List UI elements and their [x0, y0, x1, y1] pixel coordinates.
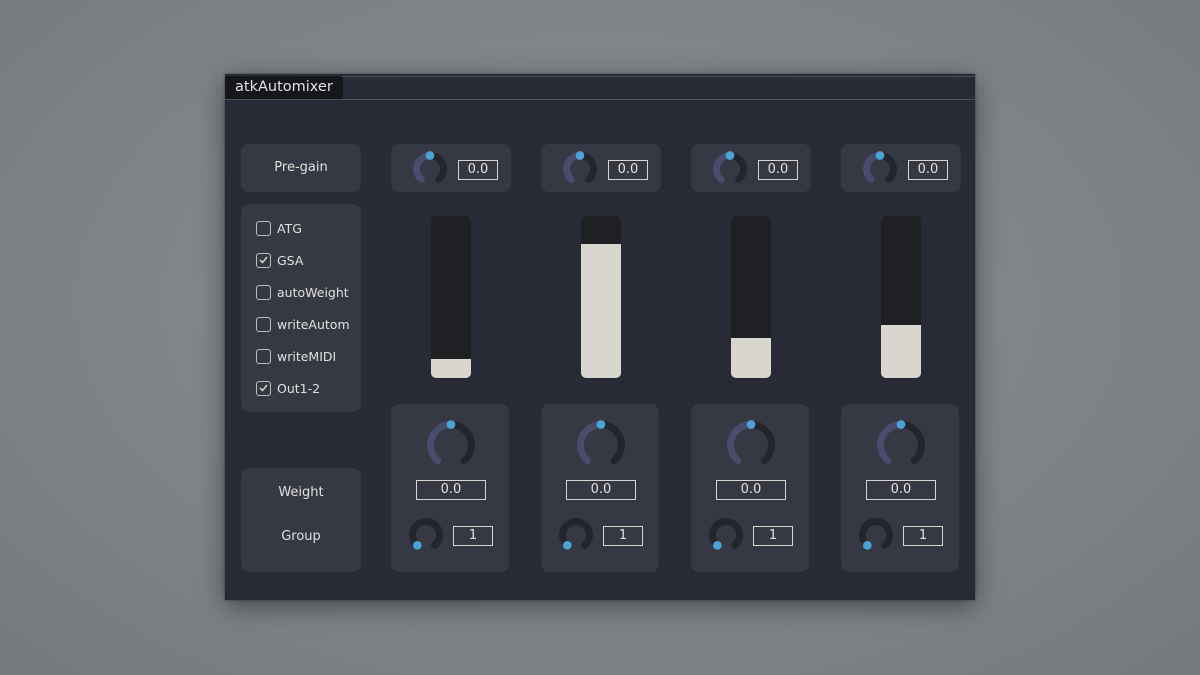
weight-group-label-panel: Weight Group: [241, 468, 361, 572]
checkbox-label: writeMIDI: [277, 348, 337, 364]
knob-indicator-dot: [575, 151, 585, 160]
knob-indicator-dot: [562, 541, 572, 550]
knob-indicator-dot: [596, 420, 606, 429]
checkbox-box[interactable]: [256, 316, 271, 332]
pregain-label: Pre-gain: [274, 160, 328, 175]
pregain-panel-ch4: 0.0: [841, 144, 961, 192]
automixer-window: atkAutomixer Pre-gain ATG GSA autoWeight…: [225, 74, 975, 600]
checkbox-box[interactable]: [256, 284, 271, 300]
pregain-value-field[interactable]: 0.0: [908, 160, 948, 180]
options-panel: ATG GSA autoWeight writeAutom writeMIDI …: [241, 204, 361, 412]
checkbox-box[interactable]: [256, 220, 271, 236]
knob-indicator-dot: [446, 420, 456, 429]
knob-indicator-dot: [862, 541, 872, 550]
group-value-field[interactable]: 1: [453, 526, 493, 546]
weight-knob-ch2[interactable]: [577, 420, 625, 469]
knob-indicator-dot: [725, 151, 735, 160]
group-value-field[interactable]: 1: [753, 526, 793, 546]
pregain-panel-ch2: 0.0: [541, 144, 661, 192]
knob-indicator-dot: [746, 420, 756, 429]
knob-value-arc: [577, 421, 605, 465]
weight-group-panel-ch4: 0.0 1: [841, 404, 959, 572]
group-value-field[interactable]: 1: [903, 526, 943, 546]
knob-indicator-dot: [875, 151, 885, 160]
weight-group-panel-ch3: 0.0 1: [691, 404, 809, 572]
weight-value-field[interactable]: 0.0: [416, 480, 486, 500]
pregain-knob-ch1[interactable]: [413, 151, 447, 186]
pregain-label-panel: Pre-gain: [241, 144, 361, 192]
level-meter-ch3: [731, 216, 771, 378]
meter-fill: [581, 243, 621, 378]
checkbox-out1-2[interactable]: Out1-2: [256, 378, 320, 398]
pregain-value-field[interactable]: 0.0: [608, 160, 648, 180]
checkbox-writemidi[interactable]: writeMIDI: [256, 346, 336, 366]
group-knob-ch3[interactable]: [709, 518, 743, 552]
pregain-knob-ch2[interactable]: [563, 151, 597, 186]
knob-indicator-dot: [712, 541, 722, 550]
meter-fill: [431, 358, 471, 378]
pregain-panel-ch1: 0.0: [391, 144, 511, 192]
knob-indicator-dot: [425, 151, 435, 160]
weight-group-panel-ch1: 0.0 1: [391, 404, 509, 572]
pregain-panel-ch3: 0.0: [691, 144, 811, 192]
knob-value-arc: [727, 421, 755, 465]
checkbox-gsa[interactable]: GSA: [256, 250, 303, 270]
pregain-knob-ch4[interactable]: [863, 151, 897, 186]
checkbox-writeautom[interactable]: writeAutom: [256, 314, 350, 334]
level-meter-ch2: [581, 216, 621, 378]
group-label: Group: [281, 529, 321, 544]
meter-fill: [881, 324, 921, 378]
check-icon: [259, 384, 268, 392]
checkbox-box[interactable]: [256, 380, 271, 396]
pregain-value-field[interactable]: 0.0: [458, 160, 498, 180]
knob-indicator-dot: [896, 420, 906, 429]
weight-group-panel-ch2: 0.0 1: [541, 404, 659, 572]
weight-value-field[interactable]: 0.0: [866, 480, 936, 500]
level-meter-ch1: [431, 216, 471, 378]
checkbox-label: GSA: [277, 252, 304, 268]
check-icon: [259, 256, 268, 264]
window-title: atkAutomixer: [225, 76, 343, 99]
weight-knob-ch3[interactable]: [727, 420, 775, 469]
meter-fill: [731, 337, 771, 378]
group-knob-ch2[interactable]: [559, 518, 593, 552]
weight-knob-ch4[interactable]: [877, 420, 925, 469]
weight-knob-ch1[interactable]: [427, 420, 475, 469]
checkbox-atg[interactable]: ATG: [256, 218, 302, 238]
weight-label: Weight: [278, 485, 324, 500]
level-meter-ch4: [881, 216, 921, 378]
knob-value-arc: [427, 421, 455, 465]
knob-value-arc: [877, 421, 905, 465]
checkbox-autoweight[interactable]: autoWeight: [256, 282, 349, 302]
checkbox-label: autoWeight: [277, 284, 349, 300]
pregain-knob-ch3[interactable]: [713, 151, 747, 186]
checkbox-box[interactable]: [256, 348, 271, 364]
titlebar-divider: [225, 99, 975, 100]
checkbox-label: Out1-2: [277, 380, 321, 396]
knob-indicator-dot: [412, 541, 422, 550]
group-knob-ch1[interactable]: [409, 518, 443, 552]
pregain-value-field[interactable]: 0.0: [758, 160, 798, 180]
checkbox-box[interactable]: [256, 252, 271, 268]
weight-value-field[interactable]: 0.0: [716, 480, 786, 500]
weight-value-field[interactable]: 0.0: [566, 480, 636, 500]
group-value-field[interactable]: 1: [603, 526, 643, 546]
checkbox-label: writeAutom: [277, 316, 350, 332]
checkbox-label: ATG: [277, 220, 302, 236]
group-knob-ch4[interactable]: [859, 518, 893, 552]
